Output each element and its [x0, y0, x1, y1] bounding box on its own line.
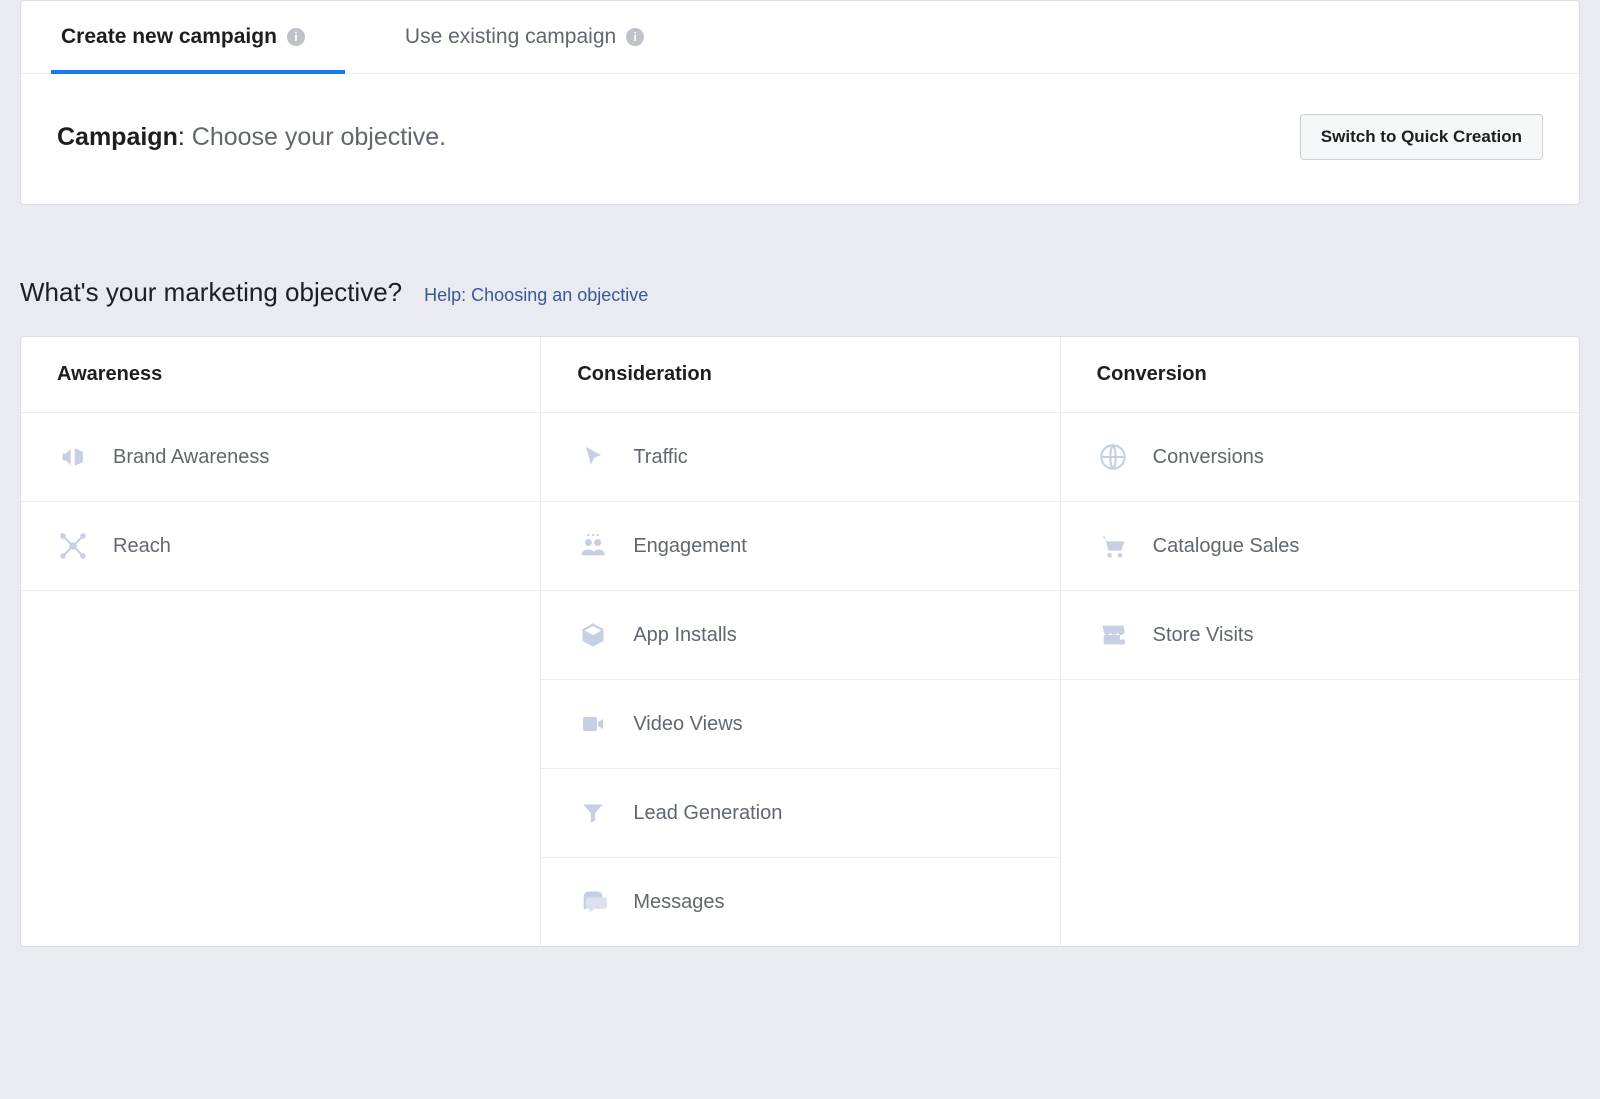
objective-label: Catalogue Sales — [1153, 535, 1300, 558]
objective-messages[interactable]: Messages — [541, 858, 1059, 946]
tab-label: Use existing campaign — [405, 25, 616, 49]
switch-to-quick-creation-button[interactable]: Switch to Quick Creation — [1300, 114, 1543, 160]
column-header: Conversion — [1061, 337, 1579, 413]
objective-label: Video Views — [633, 713, 742, 736]
objective-label: Engagement — [633, 535, 746, 558]
objective-catalogue-sales[interactable]: Catalogue Sales — [1061, 502, 1579, 591]
funnel-icon — [577, 797, 609, 829]
objective-app-installs[interactable]: App Installs — [541, 591, 1059, 680]
objective-label: Store Visits — [1153, 624, 1254, 647]
objective-label: Messages — [633, 891, 724, 914]
cursor-icon — [577, 441, 609, 473]
help-link[interactable]: Help: Choosing an objective — [424, 285, 648, 306]
people-icon — [577, 530, 609, 562]
store-icon — [1097, 619, 1129, 651]
campaign-row: Campaign: Choose your objective. Switch … — [21, 74, 1579, 204]
objective-store-visits[interactable]: Store Visits — [1061, 591, 1579, 680]
tab-label: Create new campaign — [61, 25, 277, 49]
column-conversion: Conversion Conversions Catalogue Sales S… — [1060, 337, 1579, 946]
objective-label: Reach — [113, 535, 171, 558]
tabs: Create new campaign i Use existing campa… — [21, 1, 1579, 74]
reach-icon — [57, 530, 89, 562]
objective-reach[interactable]: Reach — [21, 502, 540, 591]
objective-label: App Installs — [633, 624, 736, 647]
objective-video-views[interactable]: Video Views — [541, 680, 1059, 769]
objectives-card: Awareness Brand Awareness Reach Consider… — [20, 336, 1580, 947]
megaphone-icon — [57, 441, 89, 473]
objective-brand-awareness[interactable]: Brand Awareness — [21, 413, 540, 502]
column-awareness: Awareness Brand Awareness Reach — [21, 337, 540, 946]
marketing-objective-question: What's your marketing objective? — [20, 277, 402, 308]
globe-icon — [1097, 441, 1129, 473]
campaign-label: Campaign — [57, 123, 178, 151]
chat-icon — [577, 886, 609, 918]
objective-label: Traffic — [633, 446, 687, 469]
column-header: Awareness — [21, 337, 540, 413]
tab-create-new-campaign[interactable]: Create new campaign i — [61, 1, 305, 73]
info-icon[interactable]: i — [626, 28, 644, 46]
objective-lead-generation[interactable]: Lead Generation — [541, 769, 1059, 858]
campaign-header-card: Create new campaign i Use existing campa… — [20, 0, 1580, 205]
campaign-title: Campaign: Choose your objective. — [57, 123, 446, 152]
objective-label: Brand Awareness — [113, 446, 269, 469]
info-icon[interactable]: i — [287, 28, 305, 46]
box-icon — [577, 619, 609, 651]
cart-icon — [1097, 530, 1129, 562]
campaign-subtitle: Choose your objective. — [192, 123, 446, 151]
video-icon — [577, 708, 609, 740]
question-row: What's your marketing objective? Help: C… — [20, 277, 1580, 308]
objective-engagement[interactable]: Engagement — [541, 502, 1059, 591]
column-header: Consideration — [541, 337, 1059, 413]
objective-label: Conversions — [1153, 446, 1264, 469]
tab-use-existing-campaign[interactable]: Use existing campaign i — [405, 1, 644, 73]
column-consideration: Consideration Traffic Engagement App Ins… — [540, 337, 1059, 946]
objective-traffic[interactable]: Traffic — [541, 413, 1059, 502]
objective-label: Lead Generation — [633, 802, 782, 825]
objective-conversions[interactable]: Conversions — [1061, 413, 1579, 502]
